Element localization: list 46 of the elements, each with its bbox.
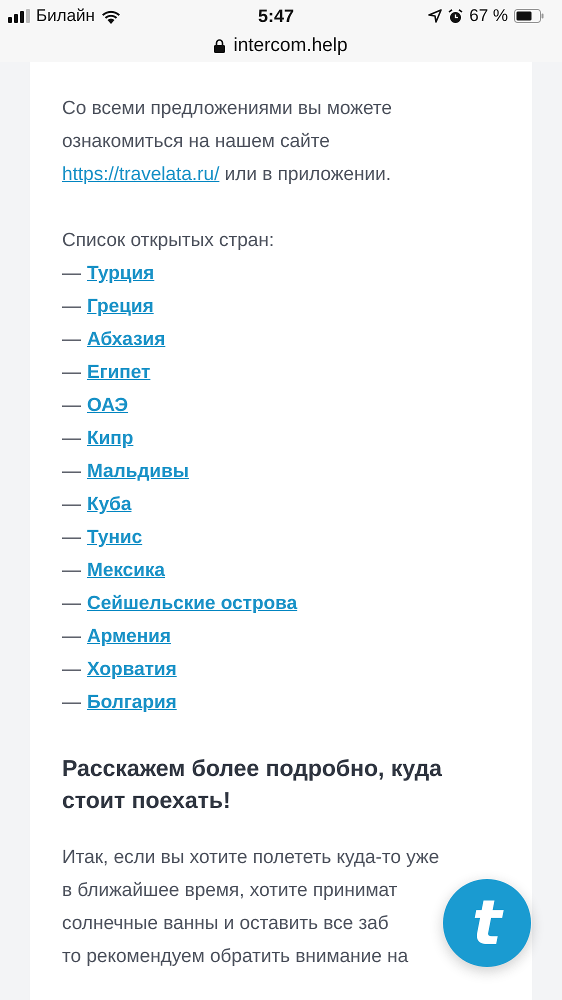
- signal-icon: [8, 9, 30, 23]
- country-link[interactable]: Египет: [87, 356, 150, 389]
- country-link[interactable]: Сейшельские острова: [87, 587, 298, 620]
- country-link[interactable]: Кипр: [87, 422, 134, 455]
- country-link[interactable]: Турция: [87, 257, 154, 290]
- wifi-icon: [100, 8, 121, 24]
- country-link[interactable]: Болгария: [87, 686, 177, 719]
- website-link[interactable]: https://travelata.ru/: [62, 164, 220, 185]
- country-link[interactable]: Мексика: [87, 554, 165, 587]
- country-link[interactable]: Хорватия: [87, 653, 177, 686]
- country-link[interactable]: Тунис: [87, 521, 142, 554]
- intro-paragraph: Со всеми предложениями вы можете ознакомиться на нашем сайте https://travelata.ru/ или в приложении.: [62, 97, 393, 187]
- country-link[interactable]: Куба: [87, 488, 132, 521]
- list-dash: —: [62, 460, 81, 484]
- list-title: Список открытых стран:: [62, 229, 276, 253]
- location-arrow-icon: [428, 9, 442, 23]
- url-text[interactable]: intercom.help: [233, 35, 348, 57]
- country-link[interactable]: Греция: [87, 290, 154, 323]
- section-heading: Расскажем более подробно, куда стоит поехать!: [62, 754, 443, 815]
- list-dash: —: [62, 427, 81, 451]
- list-dash: —: [62, 328, 81, 352]
- list-dash: —: [62, 625, 81, 649]
- list-dash: —: [62, 394, 81, 418]
- battery-icon: [514, 9, 544, 23]
- list-dash: —: [62, 691, 81, 715]
- clock-time: 5:47: [258, 6, 294, 26]
- country-link[interactable]: Мальдивы: [87, 455, 190, 488]
- alarm-clock-icon: [448, 8, 464, 24]
- list-dash: —: [62, 295, 81, 319]
- list-dash: —: [62, 493, 81, 517]
- list-dash: —: [62, 262, 81, 286]
- paragraph-line: то рекомендуем обратить внимание на: [62, 945, 408, 969]
- paragraph-line: Итак, если вы хотите полететь куда-то уже: [62, 846, 440, 870]
- country-link[interactable]: Абхазия: [87, 323, 166, 356]
- country-link[interactable]: Армения: [87, 620, 171, 653]
- list-dash: —: [62, 658, 81, 682]
- list-dash: —: [62, 559, 81, 583]
- lock-icon: [214, 39, 226, 53]
- carrier-name: Билайн: [36, 6, 95, 26]
- battery-percent: 67 %: [469, 6, 508, 26]
- list-dash: —: [62, 526, 81, 550]
- paragraph-line: в ближайшее время, хотите принимат: [62, 879, 398, 903]
- list-dash: —: [62, 361, 81, 385]
- country-link[interactable]: ОАЭ: [87, 389, 128, 422]
- paragraph-line: солнечные ванны и оставить все заб: [62, 912, 389, 936]
- list-dash: —: [62, 592, 81, 616]
